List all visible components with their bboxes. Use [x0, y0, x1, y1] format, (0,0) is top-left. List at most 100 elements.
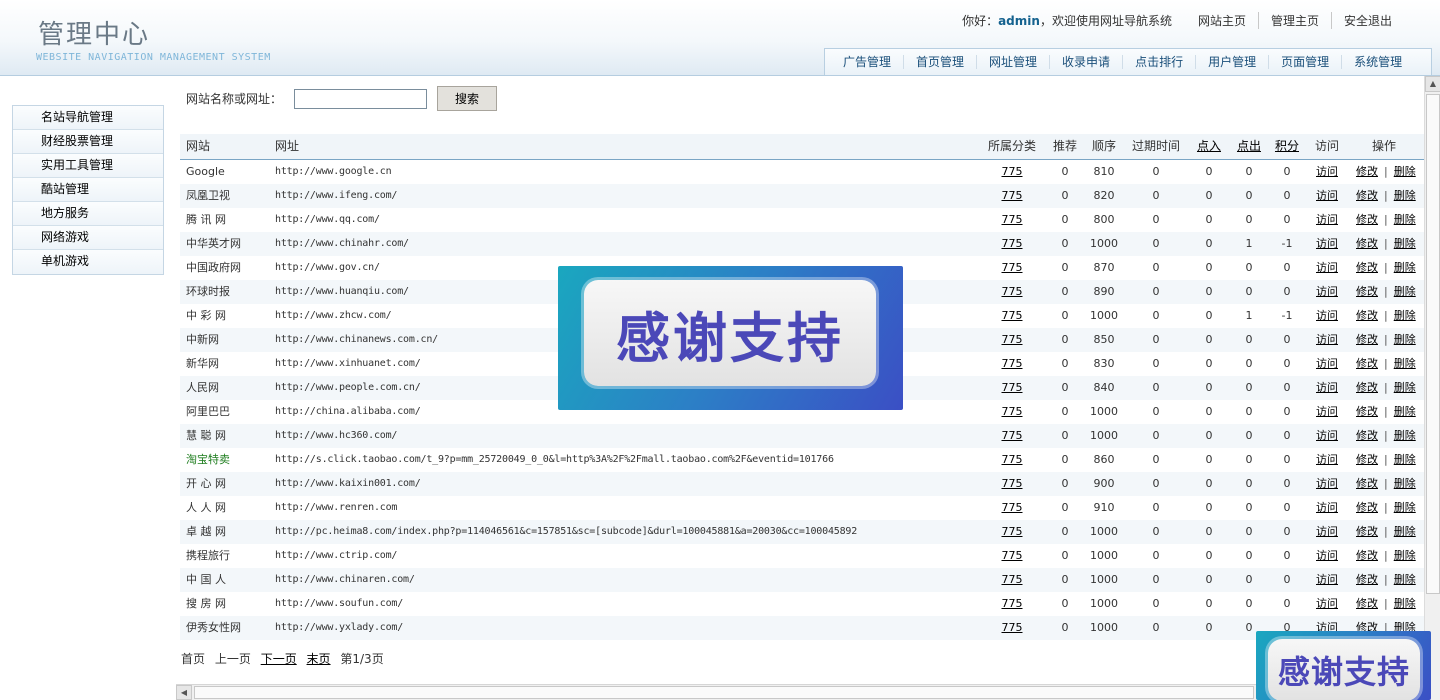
category-link[interactable]: 775 [988, 328, 1036, 352]
tab-users[interactable]: 用户管理 [1196, 55, 1270, 69]
visit-link[interactable]: 访问 [1310, 280, 1344, 304]
delete-link[interactable]: 删除 [1394, 213, 1416, 226]
scroll-up-icon[interactable]: ▲ [1425, 76, 1440, 92]
tab-system[interactable]: 系统管理 [1342, 55, 1414, 69]
sidebar-item-local-services[interactable]: 地方服务 [13, 202, 163, 226]
sort-in-link[interactable]: 点入 [1194, 134, 1224, 158]
category-link[interactable]: 775 [988, 520, 1036, 544]
category-link[interactable]: 775 [988, 472, 1036, 496]
scroll-left-icon[interactable]: ◀ [176, 685, 192, 700]
tab-homepage[interactable]: 首页管理 [904, 55, 978, 69]
category-link[interactable]: 775 [988, 160, 1036, 184]
sort-points-link[interactable]: 积分 [1272, 134, 1302, 158]
tab-submissions[interactable]: 收录申请 [1050, 55, 1124, 69]
edit-link[interactable]: 修改 [1356, 477, 1378, 490]
sort-out-link[interactable]: 点出 [1234, 134, 1264, 158]
category-link[interactable]: 775 [988, 376, 1036, 400]
category-link[interactable]: 775 [988, 592, 1036, 616]
edit-link[interactable]: 修改 [1356, 309, 1378, 322]
tab-ads[interactable]: 广告管理 [831, 55, 905, 69]
tab-click-ranking[interactable]: 点击排行 [1123, 55, 1197, 69]
delete-link[interactable]: 删除 [1394, 285, 1416, 298]
sidebar-item-cool-sites[interactable]: 酷站管理 [13, 178, 163, 202]
visit-link[interactable]: 访问 [1310, 472, 1344, 496]
category-link[interactable]: 775 [988, 448, 1036, 472]
edit-link[interactable]: 修改 [1356, 261, 1378, 274]
edit-link[interactable]: 修改 [1356, 453, 1378, 466]
category-link[interactable]: 775 [988, 568, 1036, 592]
sidebar-item-tools[interactable]: 实用工具管理 [13, 154, 163, 178]
visit-link[interactable]: 访问 [1310, 448, 1344, 472]
visit-link[interactable]: 访问 [1310, 256, 1344, 280]
category-link[interactable]: 775 [988, 424, 1036, 448]
edit-link[interactable]: 修改 [1356, 189, 1378, 202]
edit-link[interactable]: 修改 [1356, 213, 1378, 226]
tab-pages[interactable]: 页面管理 [1269, 55, 1343, 69]
edit-link[interactable]: 修改 [1356, 549, 1378, 562]
visit-link[interactable]: 访问 [1310, 544, 1344, 568]
horizontal-scrollbar[interactable]: ◀ [176, 684, 1424, 700]
visit-link[interactable]: 访问 [1310, 568, 1344, 592]
vertical-scrollbar[interactable]: ▲ [1424, 76, 1440, 700]
edit-link[interactable]: 修改 [1356, 333, 1378, 346]
delete-link[interactable]: 删除 [1394, 429, 1416, 442]
category-link[interactable]: 775 [988, 352, 1036, 376]
logout-link[interactable]: 安全退出 [1330, 12, 1404, 29]
edit-link[interactable]: 修改 [1356, 525, 1378, 538]
edit-link[interactable]: 修改 [1356, 357, 1378, 370]
delete-link[interactable]: 删除 [1394, 405, 1416, 418]
edit-link[interactable]: 修改 [1356, 597, 1378, 610]
delete-link[interactable]: 删除 [1394, 189, 1416, 202]
visit-link[interactable]: 访问 [1310, 304, 1344, 328]
delete-link[interactable]: 删除 [1394, 573, 1416, 586]
edit-link[interactable]: 修改 [1356, 405, 1378, 418]
visit-link[interactable]: 访问 [1310, 592, 1344, 616]
vertical-scroll-thumb[interactable] [1426, 94, 1440, 594]
tab-urls[interactable]: 网址管理 [977, 55, 1051, 69]
search-button[interactable]: 搜索 [437, 86, 498, 111]
delete-link[interactable]: 删除 [1394, 453, 1416, 466]
delete-link[interactable]: 删除 [1394, 549, 1416, 562]
category-link[interactable]: 775 [988, 232, 1036, 256]
sidebar-item-famous-sites[interactable]: 名站导航管理 [13, 106, 163, 130]
admin-home-link[interactable]: 管理主页 [1257, 12, 1331, 29]
horizontal-scroll-thumb[interactable] [194, 686, 1254, 699]
category-link[interactable]: 775 [988, 496, 1036, 520]
sidebar-item-online-games[interactable]: 网络游戏 [13, 226, 163, 250]
site-home-link[interactable]: 网站主页 [1186, 12, 1258, 29]
edit-link[interactable]: 修改 [1356, 429, 1378, 442]
visit-link[interactable]: 访问 [1310, 400, 1344, 424]
visit-link[interactable]: 访问 [1310, 496, 1344, 520]
sidebar-item-finance[interactable]: 财经股票管理 [13, 130, 163, 154]
visit-link[interactable]: 访问 [1310, 376, 1344, 400]
edit-link[interactable]: 修改 [1356, 165, 1378, 178]
delete-link[interactable]: 删除 [1394, 525, 1416, 538]
delete-link[interactable]: 删除 [1394, 261, 1416, 274]
category-link[interactable]: 775 [988, 184, 1036, 208]
delete-link[interactable]: 删除 [1394, 501, 1416, 514]
delete-link[interactable]: 删除 [1394, 477, 1416, 490]
category-link[interactable]: 775 [988, 400, 1036, 424]
category-link[interactable]: 775 [988, 544, 1036, 568]
delete-link[interactable]: 删除 [1394, 597, 1416, 610]
delete-link[interactable]: 删除 [1394, 309, 1416, 322]
visit-link[interactable]: 访问 [1310, 424, 1344, 448]
delete-link[interactable]: 删除 [1394, 333, 1416, 346]
edit-link[interactable]: 修改 [1356, 285, 1378, 298]
visit-link[interactable]: 访问 [1310, 208, 1344, 232]
search-input[interactable] [294, 88, 428, 109]
visit-link[interactable]: 访问 [1310, 232, 1344, 256]
pager-next-link[interactable]: 下一页 [261, 652, 297, 666]
delete-link[interactable]: 删除 [1394, 357, 1416, 370]
edit-link[interactable]: 修改 [1356, 381, 1378, 394]
visit-link[interactable]: 访问 [1310, 520, 1344, 544]
category-link[interactable]: 775 [988, 280, 1036, 304]
pager-last-link[interactable]: 末页 [307, 652, 331, 666]
delete-link[interactable]: 删除 [1394, 165, 1416, 178]
edit-link[interactable]: 修改 [1356, 237, 1378, 250]
visit-link[interactable]: 访问 [1310, 184, 1344, 208]
category-link[interactable]: 775 [988, 208, 1036, 232]
category-link[interactable]: 775 [988, 256, 1036, 280]
visit-link[interactable]: 访问 [1310, 352, 1344, 376]
delete-link[interactable]: 删除 [1394, 237, 1416, 250]
